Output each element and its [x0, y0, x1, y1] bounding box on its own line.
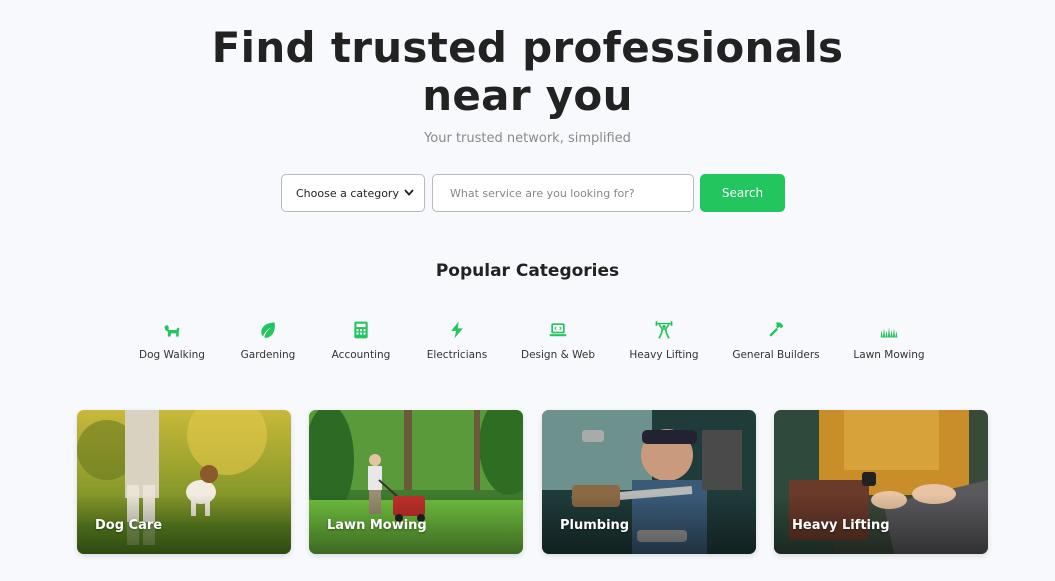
category-item-dog-walking[interactable]: Dog Walking [117, 318, 227, 361]
category-item-general-builders[interactable]: General Builders [721, 318, 831, 361]
hero-title-line2: near you [422, 71, 633, 120]
category-select-value: Choose a category [296, 186, 399, 200]
category-label: Heavy Lifting [629, 349, 699, 361]
hammer-icon [764, 318, 788, 342]
search-bar: Choose a category What service are you l… [281, 174, 785, 212]
category-select[interactable]: Choose a category [281, 174, 425, 212]
featured-card-lawn-mowing[interactable]: Lawn Mowing [309, 410, 523, 554]
category-item-lawn-mowing[interactable]: Lawn Mowing [834, 318, 944, 361]
category-label: Design & Web [520, 349, 595, 361]
hero-title: Find trusted professionals near you [0, 24, 1055, 120]
featured-card-heavy-lifting[interactable]: Heavy Lifting [774, 410, 988, 554]
category-label: Gardening [240, 349, 296, 361]
weightlifter-icon [652, 318, 676, 342]
bolt-icon [445, 318, 469, 342]
featured-card-plumbing[interactable]: Plumbing [542, 410, 756, 554]
laptop-code-icon [546, 318, 570, 342]
category-label: Dog Walking [139, 349, 205, 361]
category-item-accounting[interactable]: Accounting [306, 318, 416, 361]
category-item-design-web[interactable]: Design & Web [503, 318, 613, 361]
popular-categories-heading: Popular Categories [435, 261, 620, 281]
grass-icon [877, 318, 901, 342]
category-label: Electricians [426, 349, 488, 361]
hero-title-line1: Find trusted professionals [211, 23, 844, 72]
category-label: Lawn Mowing [853, 349, 925, 361]
card-label: Dog Care [95, 518, 163, 533]
category-list: Dog Walking Gardening Accounting Electri… [0, 318, 1055, 368]
service-search-placeholder: What service are you looking for? [450, 186, 635, 200]
category-item-heavy-lifting[interactable]: Heavy Lifting [609, 318, 719, 361]
service-search-input[interactable]: What service are you looking for? [432, 174, 694, 212]
card-label: Heavy Lifting [792, 518, 890, 533]
featured-card-dog-care[interactable]: Dog Care [77, 410, 291, 554]
category-label: Accounting [331, 349, 391, 361]
search-button[interactable]: Search [700, 174, 785, 212]
calculator-icon [349, 318, 373, 342]
category-item-electricians[interactable]: Electricians [402, 318, 512, 361]
card-label: Plumbing [560, 518, 630, 533]
category-label: General Builders [732, 349, 820, 361]
leaf-icon [256, 318, 280, 342]
hero-subtitle: Your trusted network, simplified [424, 131, 631, 146]
chevron-down-icon [404, 188, 414, 199]
dog-icon [160, 318, 184, 342]
card-label: Lawn Mowing [327, 518, 427, 533]
